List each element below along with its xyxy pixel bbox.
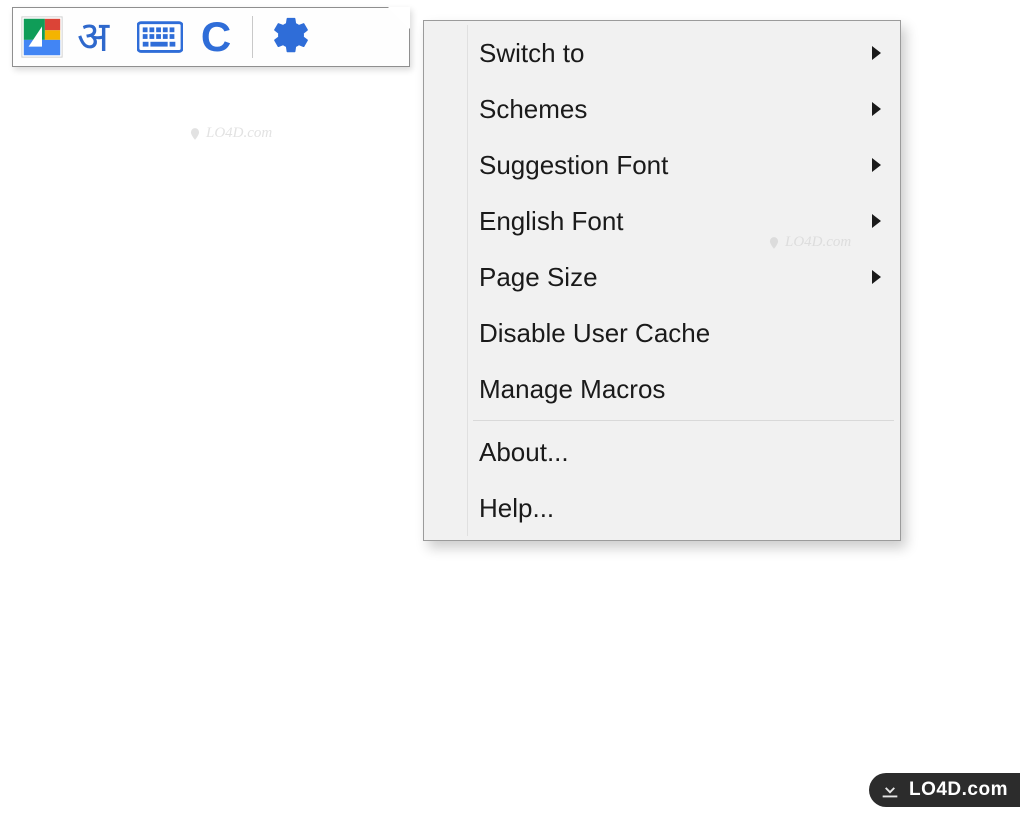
menu-separator: [473, 420, 894, 421]
site-brand-badge: LO4D.com: [869, 773, 1020, 807]
drag-corner[interactable]: [387, 8, 409, 30]
submenu-arrow-icon: [872, 270, 881, 284]
settings-context-menu: Switch to Schemes Suggestion Font English F…: [423, 20, 901, 541]
google-input-tools-icon[interactable]: [19, 14, 65, 60]
menu-item-label: English Font: [479, 206, 624, 237]
menu-item-about[interactable]: About...: [427, 424, 897, 480]
menu-item-disable-user-cache[interactable]: Disable User Cache: [427, 305, 897, 361]
submenu-arrow-icon: [872, 102, 881, 116]
language-indicator[interactable]: अ: [75, 14, 127, 60]
menu-item-label: Switch to: [479, 38, 585, 69]
menu-item-help[interactable]: Help...: [427, 480, 897, 536]
menu-item-label: Help...: [479, 493, 554, 524]
menu-item-label: Manage Macros: [479, 374, 665, 405]
menu-item-page-size[interactable]: Page Size: [427, 249, 897, 305]
watermark: LO4D.com: [188, 125, 272, 142]
menu-item-label: Disable User Cache: [479, 318, 710, 349]
site-brand-text: LO4D.com: [909, 779, 1008, 801]
menu-item-label: Suggestion Font: [479, 150, 668, 181]
toolbar-separator: [252, 16, 253, 58]
menu-item-label: Schemes: [479, 94, 587, 125]
download-icon: [879, 779, 901, 801]
menu-item-schemes[interactable]: Schemes: [427, 81, 897, 137]
candidate-mode-button[interactable]: C: [193, 13, 239, 61]
submenu-arrow-icon: [872, 214, 881, 228]
ime-toolbar: अ C: [12, 7, 410, 67]
watermark: LO4D.com: [767, 234, 851, 251]
menu-item-manage-macros[interactable]: Manage Macros: [427, 361, 897, 417]
menu-item-switch-to[interactable]: Switch to: [427, 25, 897, 81]
menu-item-label: Page Size: [479, 262, 598, 293]
menu-item-label: About...: [479, 437, 569, 468]
gear-icon[interactable]: [266, 14, 312, 60]
keyboard-icon[interactable]: [137, 14, 183, 60]
submenu-arrow-icon: [872, 46, 881, 60]
menu-item-suggestion-font[interactable]: Suggestion Font: [427, 137, 897, 193]
submenu-arrow-icon: [872, 158, 881, 172]
